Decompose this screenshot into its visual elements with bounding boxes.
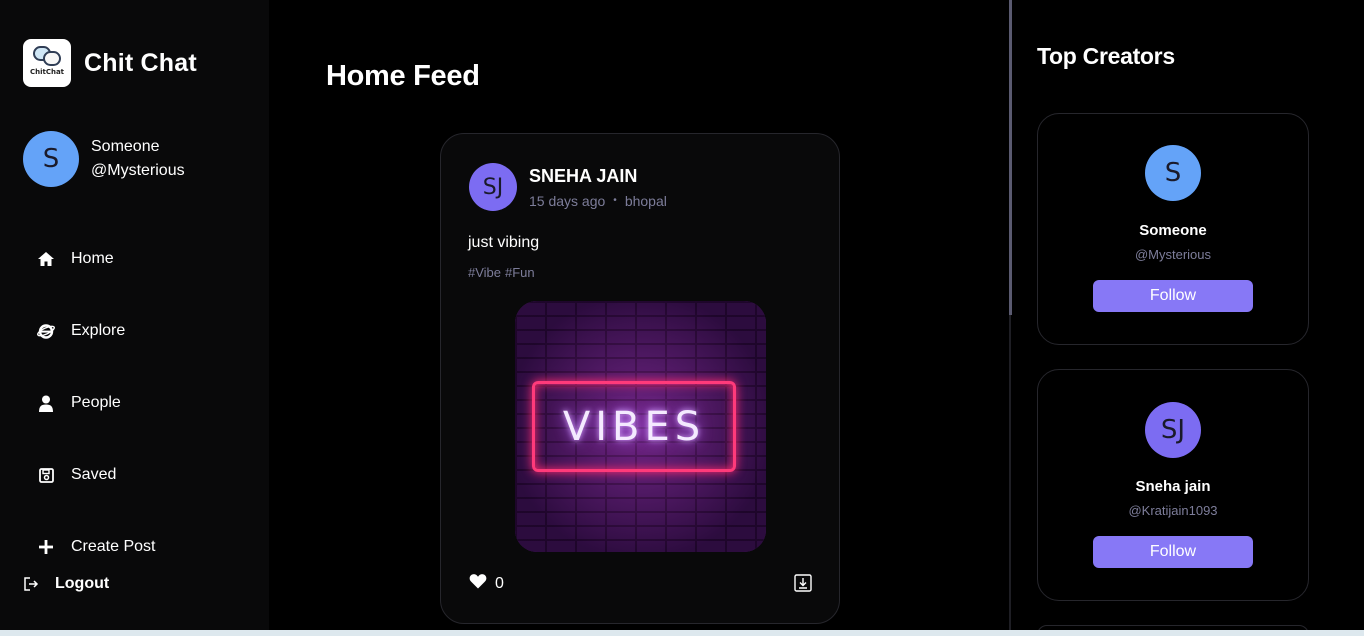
sidebar-nav: Home Explore People Saved Create Post — [37, 236, 155, 596]
user-profile[interactable]: S Someone @Mysterious — [23, 131, 185, 187]
post-actions: 0 — [469, 573, 504, 594]
post-caption: just vibing — [468, 234, 540, 251]
post-author-avatar[interactable]: SJ — [469, 163, 517, 211]
creator-name: Sneha jain — [1135, 478, 1211, 495]
home-icon — [37, 250, 55, 268]
avatar: S — [23, 131, 79, 187]
page-title: Home Feed — [326, 60, 480, 92]
follow-button[interactable]: Follow — [1093, 280, 1253, 312]
user-handle: @Mysterious — [91, 162, 185, 179]
creator-card: SJ Sneha jain @Kratijain1093 Follow — [1037, 369, 1309, 601]
people-icon — [37, 394, 55, 412]
logout-icon — [23, 576, 39, 592]
brand-name: Chit Chat — [84, 48, 197, 77]
logout-label: Logout — [55, 575, 110, 592]
logo-text: ChitChat — [29, 68, 65, 76]
post-tag: #Fun — [505, 265, 535, 280]
top-creators-panel: Top Creators S Someone @Mysterious Follo… — [1012, 0, 1364, 636]
explore-icon — [37, 322, 55, 340]
post-author[interactable]: SNEHA JAIN — [529, 166, 667, 187]
sidebar-item-people[interactable]: People — [37, 380, 155, 426]
sidebar-item-label: Explore — [71, 322, 126, 339]
sidebar-item-home[interactable]: Home — [37, 236, 155, 282]
logout-button[interactable]: Logout — [23, 575, 109, 593]
sidebar: ChitChat Chit Chat S Someone @Mysterious… — [0, 0, 269, 630]
creator-handle: @Kratijain1093 — [1128, 503, 1218, 518]
follow-button[interactable]: Follow — [1093, 536, 1253, 568]
logo: ChitChat — [23, 39, 71, 87]
separator-dot: • — [613, 195, 617, 206]
sidebar-item-label: Create Post — [71, 538, 156, 555]
post-header: SJ SNEHA JAIN 15 days ago • bhopal — [469, 163, 667, 211]
creator-name: Someone — [1139, 222, 1207, 239]
creator-card: S Someone @Mysterious Follow — [1037, 113, 1309, 345]
sidebar-item-label: People — [71, 394, 121, 411]
saved-icon — [37, 466, 55, 484]
brand[interactable]: ChitChat Chit Chat — [23, 39, 197, 87]
creator-handle: @Mysterious — [1134, 247, 1212, 262]
post-image[interactable]: VIBES — [515, 301, 766, 552]
post-location: bhopal — [624, 192, 667, 209]
like-count: 0 — [495, 574, 504, 592]
heart-icon[interactable] — [469, 573, 487, 594]
neon-sign-text: VIBES — [562, 403, 706, 450]
bottom-edge — [0, 630, 1364, 636]
user-name: Someone — [91, 138, 160, 155]
sidebar-item-create-post[interactable]: Create Post — [37, 524, 155, 570]
post-card: SJ SNEHA JAIN 15 days ago • bhopal just … — [440, 133, 840, 624]
panel-title: Top Creators — [1037, 43, 1175, 69]
post-time: 15 days ago — [529, 192, 606, 209]
post-tags: #Vibe #Fun — [468, 265, 539, 280]
sidebar-item-explore[interactable]: Explore — [37, 308, 155, 354]
sidebar-item-saved[interactable]: Saved — [37, 452, 155, 498]
creator-avatar[interactable]: SJ — [1145, 402, 1201, 458]
plus-icon — [37, 538, 55, 556]
save-post-icon[interactable] — [794, 574, 812, 592]
sidebar-item-label: Home — [71, 250, 114, 267]
sidebar-item-label: Saved — [71, 466, 117, 483]
creator-avatar[interactable]: S — [1145, 145, 1201, 201]
post-tag: #Vibe — [468, 265, 502, 280]
